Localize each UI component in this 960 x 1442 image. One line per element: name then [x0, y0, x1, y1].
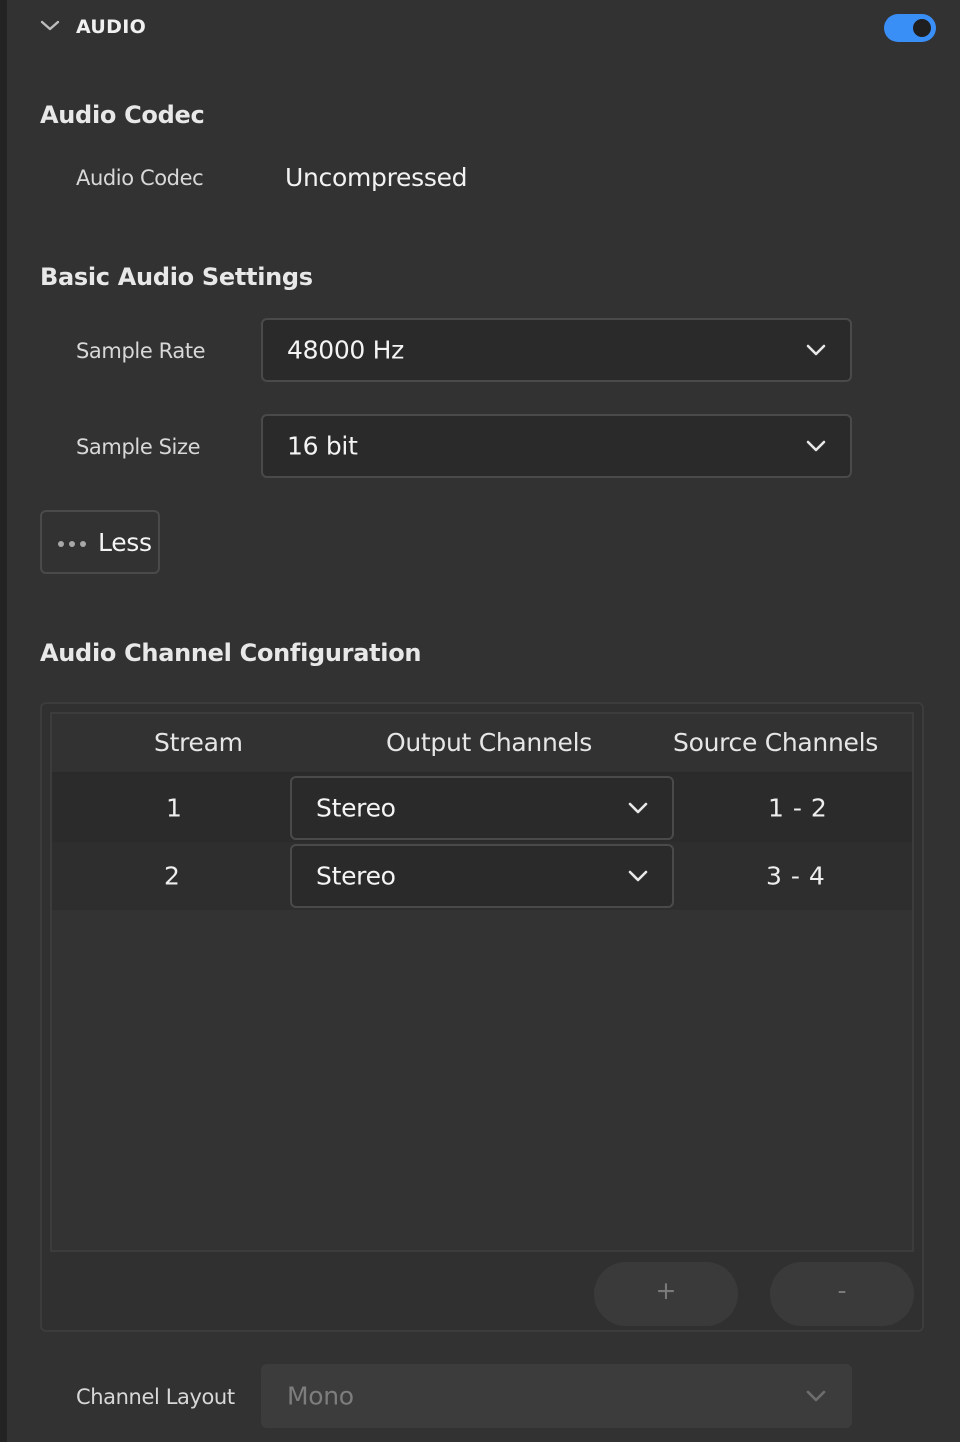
section-title: AUDIO	[76, 16, 147, 38]
column-header-stream[interactable]: Stream	[154, 728, 243, 757]
stream-number: 1	[166, 793, 182, 823]
sample-rate-value: 48000 Hz	[287, 335, 404, 365]
audio-codec-heading: Audio Codec	[40, 101, 205, 129]
basic-audio-settings-heading: Basic Audio Settings	[40, 263, 313, 291]
output-channels-value: Stereo	[316, 793, 396, 823]
source-channels: 3 - 4	[766, 861, 826, 891]
column-header-source-channels[interactable]: Source Channels	[673, 728, 878, 757]
sample-size-select[interactable]: 16 bit	[261, 414, 852, 478]
output-channels-value: Stereo	[316, 861, 396, 891]
channel-config-heading: Audio Channel Configuration	[40, 639, 422, 667]
chevron-down-icon	[806, 440, 826, 452]
sample-size-value: 16 bit	[287, 431, 358, 461]
sample-rate-label: Sample Rate	[76, 339, 206, 363]
toggle-knob	[913, 19, 931, 37]
channel-layout-select[interactable]: Mono	[261, 1364, 852, 1428]
chevron-down-icon[interactable]	[38, 14, 62, 38]
add-stream-label: +	[655, 1276, 677, 1305]
table-row[interactable]: 1 Stereo 1 - 2	[52, 774, 912, 842]
chevron-down-icon	[806, 344, 826, 356]
chevron-down-icon	[806, 1390, 826, 1402]
sample-rate-select[interactable]: 48000 Hz	[261, 318, 852, 382]
stream-number: 2	[164, 861, 180, 891]
table-row[interactable]: 2 Stereo 3 - 4	[52, 842, 912, 910]
remove-stream-button[interactable]: -	[770, 1262, 914, 1326]
channel-layout-label: Channel Layout	[76, 1385, 235, 1409]
table-header: Stream Output Channels Source Channels	[52, 714, 912, 774]
panel-left-border	[0, 0, 7, 1442]
add-stream-button[interactable]: +	[594, 1262, 738, 1326]
audio-codec-label: Audio Codec	[76, 166, 204, 190]
output-channels-select[interactable]: Stereo	[290, 776, 674, 840]
column-header-output-channels[interactable]: Output Channels	[386, 728, 592, 757]
more-dots-icon	[58, 541, 86, 547]
remove-stream-label: -	[837, 1276, 847, 1305]
audio-enable-toggle[interactable]	[884, 14, 936, 42]
source-channels: 1 - 2	[768, 793, 828, 823]
chevron-down-icon	[628, 802, 648, 814]
channel-layout-value: Mono	[287, 1381, 354, 1411]
less-button[interactable]: Less	[40, 510, 160, 574]
audio-codec-value: Uncompressed	[285, 163, 468, 192]
output-channels-select[interactable]: Stereo	[290, 844, 674, 908]
less-button-label: Less	[98, 528, 152, 557]
chevron-down-icon	[628, 870, 648, 882]
sample-size-label: Sample Size	[76, 435, 201, 459]
